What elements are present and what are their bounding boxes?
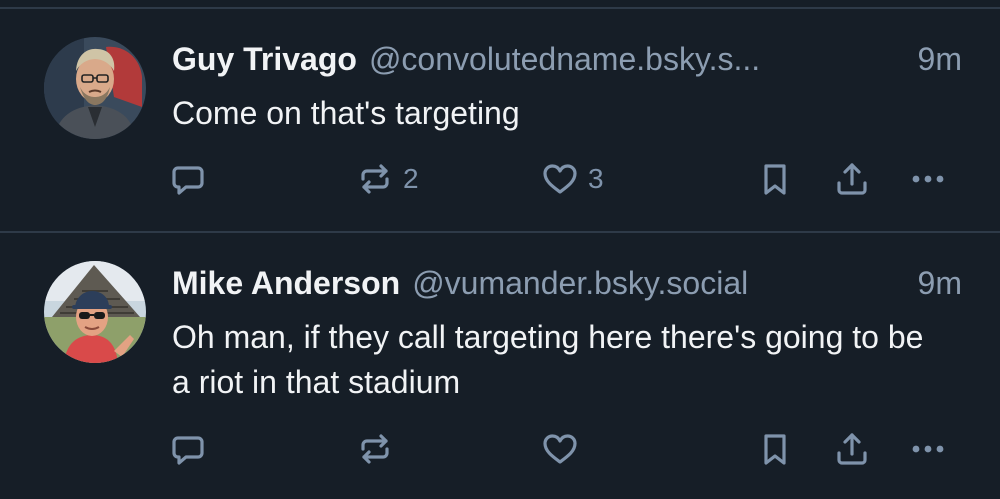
bookmark-button[interactable] [755, 159, 795, 199]
avatar[interactable] [44, 37, 146, 139]
author-display-name[interactable]: Mike Anderson [172, 263, 400, 303]
author-handle[interactable]: @convolutedname.bsky.s... [369, 39, 896, 79]
heart-icon [540, 159, 580, 199]
repost-arrows-icon [355, 429, 395, 469]
speech-bubble-icon [168, 159, 208, 199]
avatar[interactable] [44, 261, 146, 363]
post-text: Oh man, if they call targeting here ther… [172, 319, 924, 400]
post-actions [0, 429, 1000, 469]
share-button[interactable] [832, 159, 872, 199]
bookmark-icon [755, 429, 795, 469]
post-item[interactable]: Guy Trivago @convolutedname.bsky.s... 9m… [0, 9, 1000, 231]
repost-count: 2 [403, 163, 419, 194]
bookmark-button[interactable] [755, 429, 795, 469]
like-button[interactable] [540, 429, 580, 469]
like-button[interactable]: 3 [540, 159, 604, 199]
share-upload-icon [832, 159, 872, 199]
more-options-button[interactable] [908, 429, 948, 469]
share-upload-icon [832, 429, 872, 469]
more-dots-icon [908, 159, 948, 199]
post-feed: Guy Trivago @convolutedname.bsky.s... 9m… [0, 0, 1000, 499]
repost-button[interactable]: 2 [355, 159, 419, 199]
reply-button[interactable] [168, 429, 208, 469]
more-options-button[interactable] [908, 159, 948, 199]
post-timestamp[interactable]: 9m [918, 263, 962, 303]
repost-arrows-icon [355, 159, 395, 199]
bookmark-icon [755, 159, 795, 199]
more-dots-icon [908, 429, 948, 469]
post-actions: 2 3 [0, 159, 1000, 199]
author-handle[interactable]: @vumander.bsky.social [412, 263, 895, 303]
post-header: Mike Anderson @vumander.bsky.social 9m [172, 263, 962, 303]
like-count: 3 [588, 163, 604, 194]
reply-button[interactable] [168, 159, 208, 199]
post-header: Guy Trivago @convolutedname.bsky.s... 9m [172, 39, 962, 79]
heart-icon [540, 429, 580, 469]
speech-bubble-icon [168, 429, 208, 469]
share-button[interactable] [832, 429, 872, 469]
post-item[interactable]: Mike Anderson @vumander.bsky.social 9m O… [0, 233, 1000, 499]
post-text: Come on that's targeting [172, 95, 520, 131]
post-timestamp[interactable]: 9m [918, 39, 962, 79]
repost-button[interactable] [355, 429, 395, 469]
author-display-name[interactable]: Guy Trivago [172, 39, 357, 79]
